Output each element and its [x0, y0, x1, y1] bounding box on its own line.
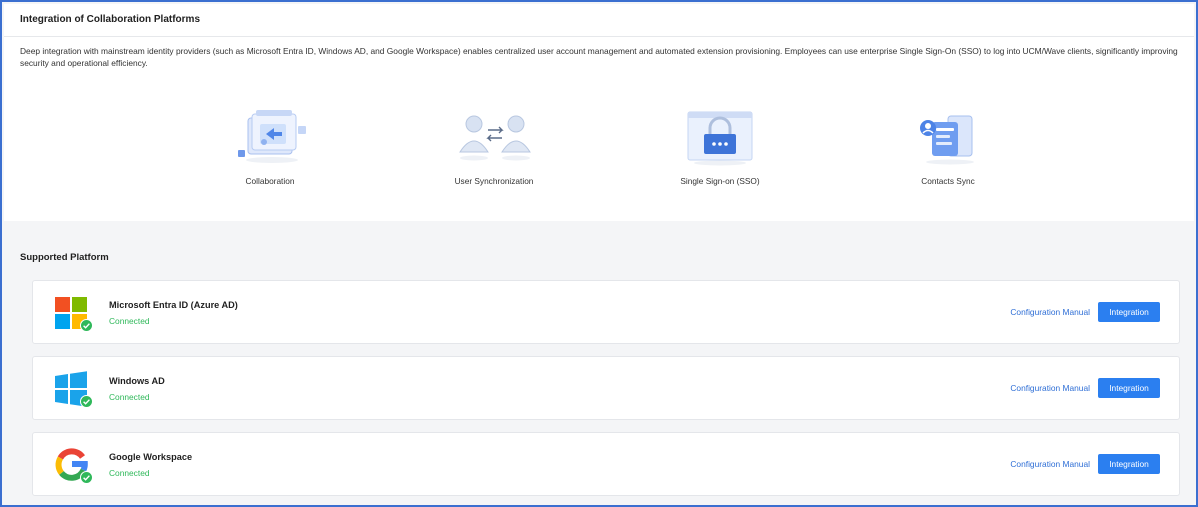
- status-connected: Connected: [109, 392, 150, 402]
- user-sync-icon: [459, 115, 531, 161]
- feature-user-synchronization: User Synchronization: [414, 108, 574, 186]
- feature-sso: Single Sign-on (SSO): [640, 108, 800, 186]
- platform-name: Microsoft Entra ID (Azure AD): [109, 300, 238, 310]
- platform-card-windows-ad: Windows AD Connected Configuration Manua…: [32, 356, 1180, 420]
- platform-card-google-workspace: Google Workspace Connected Configuration…: [32, 432, 1180, 496]
- collaboration-icon: [238, 110, 306, 163]
- microsoft-logo-icon: [53, 295, 93, 332]
- page-description: Deep integration with mainstream identit…: [20, 46, 1178, 68]
- sso-icon: [687, 111, 753, 166]
- divider: [4, 36, 1194, 37]
- integration-button[interactable]: Integration: [1098, 454, 1160, 474]
- configuration-manual-link[interactable]: Configuration Manual: [1010, 459, 1090, 469]
- platform-name: Google Workspace: [109, 452, 193, 462]
- configuration-manual-link[interactable]: Configuration Manual: [1010, 383, 1090, 393]
- supported-platform-title: Supported Platform: [20, 252, 109, 263]
- platform-card-microsoft: Microsoft Entra ID (Azure AD) Connected …: [32, 280, 1180, 344]
- feature-label: User Synchronization: [454, 176, 534, 186]
- windows-logo-icon: [53, 371, 93, 408]
- status-connected: Connected: [109, 468, 150, 478]
- connected-check-icon: [80, 395, 93, 408]
- status-connected: Connected: [109, 316, 150, 326]
- feature-label: Single Sign-on (SSO): [680, 176, 760, 186]
- feature-contacts-sync: Contacts Sync: [868, 108, 1028, 186]
- feature-collaboration: Collaboration: [190, 108, 350, 186]
- integration-button[interactable]: Integration: [1098, 378, 1160, 398]
- configuration-manual-link[interactable]: Configuration Manual: [1010, 307, 1090, 317]
- contacts-sync-icon: [920, 115, 974, 165]
- feature-label: Collaboration: [245, 176, 295, 186]
- integration-overview-panel: Integration of Collaboration Platforms D…: [4, 4, 1194, 221]
- app-frame: Integration of Collaboration Platforms D…: [0, 0, 1198, 507]
- google-logo-icon: [53, 447, 93, 484]
- feature-label: Contacts Sync: [921, 176, 975, 186]
- connected-check-icon: [80, 471, 93, 484]
- integration-button[interactable]: Integration: [1098, 302, 1160, 322]
- platform-name: Windows AD: [109, 376, 165, 386]
- connected-check-icon: [80, 319, 93, 332]
- page-title: Integration of Collaboration Platforms: [20, 14, 201, 25]
